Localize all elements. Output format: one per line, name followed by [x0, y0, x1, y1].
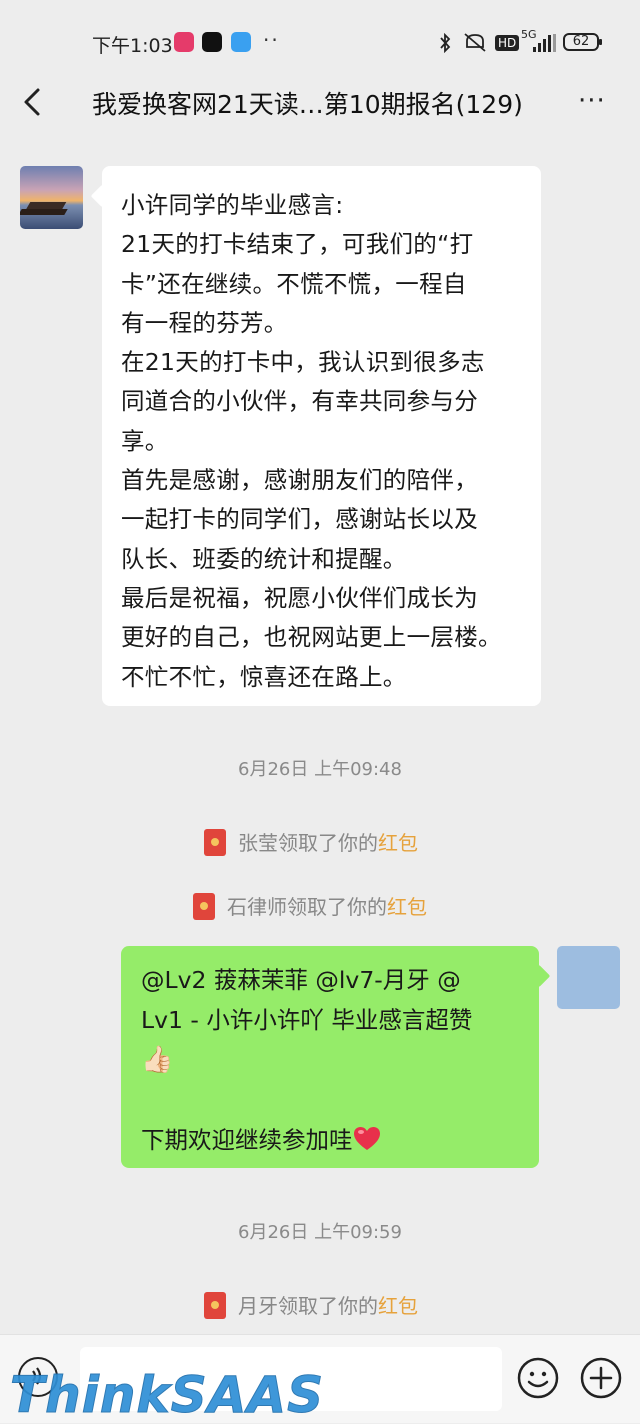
- red-packet-notice: 石律师领取了你的红包: [193, 891, 427, 920]
- heart-emoji-icon: [353, 1127, 380, 1150]
- battery-icon: 62: [563, 33, 602, 51]
- message-line: 最后是祝福，祝愿小伙伴们成长为: [121, 583, 478, 612]
- timestamp: 6月26日 上午09:59: [238, 1222, 402, 1243]
- red-packet-notice: 月牙领取了你的红包: [204, 1290, 418, 1319]
- red-packet-icon: [193, 893, 215, 920]
- notice-text: 月牙领取了你的: [238, 1294, 378, 1318]
- message-line: 下期欢迎继续参加哇: [141, 1120, 521, 1160]
- message-line: 在21天的打卡中，我认识到很多志: [121, 348, 485, 377]
- chat-title: 我爱换客网21天读…第10期报名(129): [92, 90, 523, 119]
- red-packet-icon: [204, 1292, 226, 1319]
- more-icon[interactable]: ···: [578, 86, 606, 116]
- message-line: 21天的打卡结束了，可我们的“打: [121, 230, 474, 259]
- message-line: 同道合的小伙伴，有幸共同参与分: [121, 387, 478, 416]
- app-notification-icon-blue: [231, 32, 251, 52]
- message-line: 首先是感谢，感谢朋友们的陪伴，: [121, 466, 478, 495]
- message-text: 下期欢迎继续参加哇: [141, 1126, 353, 1154]
- message-line: [141, 1080, 521, 1120]
- message-line: @Lv2 菝菻茉菲 @lv7-月牙 @: [141, 966, 461, 994]
- message-line: Lv1 - 小许小许吖 毕业感言超赞: [141, 1006, 473, 1034]
- message-bubble-received[interactable]: 小许同学的毕业感言: 21天的打卡结束了，可我们的“打 卡”还在继续。不慌不慌，…: [102, 166, 541, 706]
- red-packet-link[interactable]: 红包: [378, 831, 418, 855]
- more-notifications-icon: ··: [263, 28, 280, 52]
- notice-text: 石律师领取了你的: [227, 895, 387, 919]
- avatar[interactable]: [20, 166, 83, 229]
- message-line: 一起打卡的同学们，感谢站长以及: [121, 505, 478, 534]
- message-line: 有一程的芬芳。: [121, 308, 288, 337]
- hd-indicator: HD: [495, 35, 520, 51]
- message-line: 队长、班委的统计和提醒。: [121, 544, 407, 573]
- timestamp: 6月26日 上午09:48: [238, 759, 402, 780]
- status-bar: 下午1:03 ·· HD 5G 62: [0, 0, 640, 80]
- thumbs-up-emoji-icon: 👍🏻: [141, 1045, 174, 1075]
- message-line: 小许同学的毕业感言:: [121, 191, 344, 219]
- message-line: 👍🏻: [141, 1040, 521, 1080]
- chat-header: 我爱换客网21天读…第10期报名(129) ···: [0, 80, 640, 124]
- red-packet-link[interactable]: 红包: [378, 1294, 418, 1318]
- watermark-logo: ThinkSAAS: [9, 1366, 325, 1424]
- signal-icon: [533, 34, 557, 52]
- mute-icon: [464, 33, 486, 52]
- red-packet-link[interactable]: 红包: [387, 895, 427, 919]
- red-packet-icon: [204, 829, 226, 856]
- message-line: 卡”还在继续。不慌不慌，一程自: [121, 269, 467, 298]
- tiktok-icon: [202, 32, 222, 52]
- status-time: 下午1:03: [92, 35, 173, 57]
- message-bubble-sent[interactable]: @Lv2 菝菻茉菲 @lv7-月牙 @ Lv1 - 小许小许吖 毕业感言超赞 👍…: [121, 946, 539, 1168]
- message-line: 不忙不忙，惊喜还在路上。: [121, 662, 407, 691]
- message-line: 享。: [121, 426, 169, 455]
- app-notification-icon: [174, 32, 194, 52]
- bluetooth-icon: [440, 33, 451, 53]
- red-packet-notice: 张莹领取了你的红包: [204, 827, 418, 856]
- message-line: 更好的自己，也祝网站更上一层楼。: [121, 623, 502, 652]
- avatar-self[interactable]: [557, 946, 620, 1009]
- notice-text: 张莹领取了你的: [238, 831, 378, 855]
- plus-icon[interactable]: [580, 1357, 622, 1399]
- back-arrow-icon[interactable]: [18, 82, 54, 122]
- emoji-icon[interactable]: [517, 1357, 559, 1399]
